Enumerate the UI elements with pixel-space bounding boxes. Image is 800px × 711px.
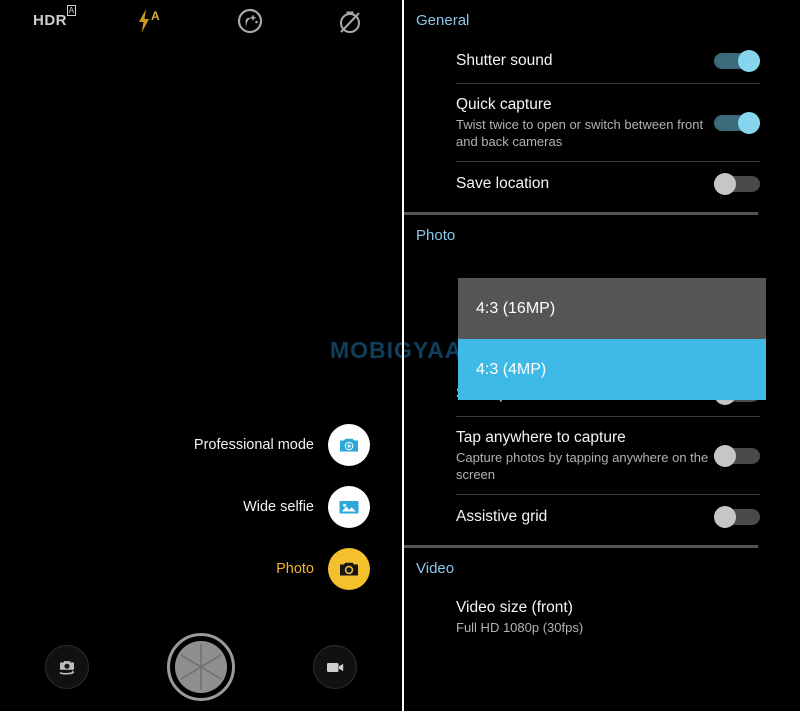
section-header-photo: Photo: [416, 227, 456, 244]
panel-divider: [402, 0, 404, 711]
mode-item-professional[interactable]: Professional mode: [194, 424, 370, 466]
hdr-label: HDR: [33, 12, 67, 29]
save-location-texts: Save location: [456, 163, 714, 205]
shutter-button[interactable]: [167, 633, 235, 701]
tap-to-capture-toggle[interactable]: [714, 444, 760, 467]
assistive-grid-toggle[interactable]: [714, 506, 760, 528]
camera-settings-panel: General Shutter sound Quick capture Twis…: [402, 0, 800, 711]
shutter-aperture-icon: [175, 641, 227, 693]
video-slot: [268, 645, 402, 689]
tap-to-capture-texts: Tap anywhere to capture Capture photos b…: [456, 417, 714, 494]
setting-row-tap-to-capture[interactable]: Tap anywhere to capture Capture photos b…: [402, 417, 800, 494]
video-camera-glyph: [327, 663, 344, 672]
toggle-thumb: [714, 173, 736, 195]
mode-item-wide-selfie[interactable]: Wide selfie: [194, 486, 370, 528]
dropdown-option-16mp[interactable]: 4:3 (16MP): [458, 278, 766, 339]
toggle-thumb: [738, 50, 760, 72]
tap-to-capture-description: Capture photos by tapping anywhere on th…: [456, 450, 709, 482]
professional-camera-icon[interactable]: [328, 424, 370, 466]
tap-to-capture-label: Tap anywhere to capture: [456, 429, 626, 446]
setting-row-quick-capture[interactable]: Quick capture Twist twice to open or swi…: [402, 84, 800, 161]
video-size-label: Video size (front): [456, 599, 573, 616]
quick-capture-texts: Quick capture Twist twice to open or swi…: [456, 84, 714, 161]
hdr-auto-superscript: A: [66, 5, 76, 16]
mode-label-professional: Professional mode: [193, 437, 314, 453]
video-camera-icon[interactable]: [313, 645, 357, 689]
section-header-video: Video: [416, 560, 455, 577]
switch-camera-glyph: [59, 661, 75, 675]
switch-camera-slot: [0, 645, 134, 689]
professional-camera-glyph: [340, 438, 358, 452]
quick-capture-description: Twist twice to open or switch between fr…: [456, 117, 704, 149]
mode-label-wide-selfie: Wide selfie: [243, 499, 314, 515]
svg-text:A: A: [151, 9, 160, 23]
hdr-auto-icon[interactable]: HDR A: [0, 0, 100, 42]
section-header-general: General: [416, 12, 470, 29]
camera-viewfinder-panel: HDR A A Professional mode Wide selfie Ph…: [0, 0, 402, 711]
shutter-sound-texts: Shutter sound: [456, 40, 714, 82]
phone-screenshot: HDR A A Professional mode Wide selfie Ph…: [0, 0, 800, 711]
flash-auto-icon[interactable]: A: [100, 0, 200, 42]
camera-bottom-toolbar: [0, 623, 402, 711]
camera-mode-list: Professional mode Wide selfie Photo: [194, 424, 370, 590]
toggle-thumb: [714, 506, 736, 528]
timer-off-icon[interactable]: [300, 0, 400, 42]
mode-item-photo[interactable]: Photo: [194, 548, 370, 590]
shutter-sound-toggle[interactable]: [714, 50, 760, 72]
assistive-grid-label: Assistive grid: [456, 508, 548, 525]
switch-camera-icon[interactable]: [45, 645, 89, 689]
video-size-value: Full HD 1080p (30fps): [456, 620, 584, 635]
shutter-slot: [134, 633, 268, 701]
photo-camera-icon[interactable]: [328, 548, 370, 590]
beautify-glyph: [237, 8, 263, 34]
photo-camera-glyph: [340, 562, 358, 576]
resolution-dropdown[interactable]: 4:3 (16MP) 4:3 (4MP): [458, 278, 766, 400]
toggle-thumb: [714, 444, 736, 467]
quick-capture-label: Quick capture: [456, 96, 552, 113]
flash-auto-glyph: A: [139, 9, 160, 33]
toggle-thumb: [738, 111, 760, 134]
quick-capture-toggle[interactable]: [714, 111, 760, 134]
setting-row-shutter-sound[interactable]: Shutter sound: [402, 39, 800, 83]
wide-selfie-icon[interactable]: [328, 486, 370, 528]
assistive-grid-texts: Assistive grid: [456, 496, 714, 538]
dropdown-option-4mp[interactable]: 4:3 (4MP): [458, 339, 766, 400]
timer-off-glyph: [340, 11, 360, 33]
shutter-sound-label: Shutter sound: [456, 52, 553, 69]
aperture-blades-glyph: [180, 644, 222, 690]
video-size-texts: Video size (front) Full HD 1080p (30fps): [456, 587, 760, 647]
mode-label-photo: Photo: [276, 561, 314, 577]
setting-row-save-location[interactable]: Save location: [402, 162, 800, 206]
save-location-label: Save location: [456, 175, 550, 192]
camera-top-toolbar: HDR A A: [0, 0, 402, 42]
setting-row-assistive-grid[interactable]: Assistive grid: [402, 495, 800, 539]
setting-row-video-size[interactable]: Video size (front) Full HD 1080p (30fps): [402, 587, 800, 647]
save-location-toggle[interactable]: [714, 173, 760, 195]
wide-selfie-glyph: [339, 501, 359, 514]
beautify-icon[interactable]: [200, 0, 300, 42]
